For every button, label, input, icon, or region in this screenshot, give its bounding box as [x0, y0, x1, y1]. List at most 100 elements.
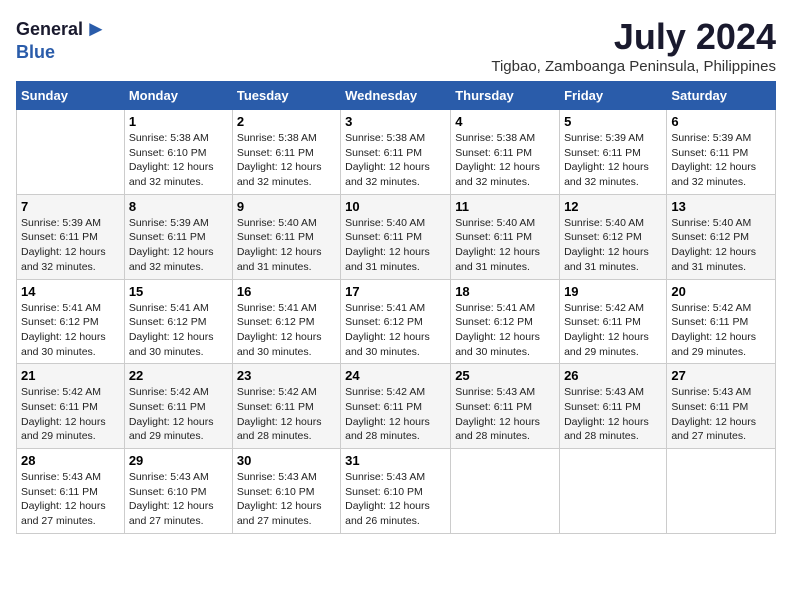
cell-info: Sunrise: 5:40 AMSunset: 6:11 PMDaylight:… — [455, 216, 555, 275]
header-cell-tuesday: Tuesday — [232, 82, 340, 110]
cell-info: Sunrise: 5:38 AMSunset: 6:11 PMDaylight:… — [345, 131, 446, 190]
title-block: July 2024 Tigbao, Zamboanga Peninsula, P… — [491, 16, 776, 75]
cell-info: Sunrise: 5:43 AMSunset: 6:11 PMDaylight:… — [671, 385, 771, 444]
calendar-cell: 20 Sunrise: 5:42 AMSunset: 6:11 PMDayligh… — [667, 279, 776, 364]
day-number: 4 — [455, 114, 555, 129]
cell-info: Sunrise: 5:43 AMSunset: 6:10 PMDaylight:… — [129, 470, 228, 529]
cell-info: Sunrise: 5:39 AMSunset: 6:11 PMDaylight:… — [129, 216, 228, 275]
cell-info: Sunrise: 5:38 AMSunset: 6:11 PMDaylight:… — [237, 131, 336, 190]
day-number: 28 — [21, 453, 120, 468]
calendar-cell: 7 Sunrise: 5:39 AMSunset: 6:11 PMDaylight… — [17, 194, 125, 279]
cell-info: Sunrise: 5:39 AMSunset: 6:11 PMDaylight:… — [564, 131, 662, 190]
day-number: 17 — [345, 284, 446, 299]
main-title: July 2024 — [491, 16, 776, 58]
header-cell-friday: Friday — [560, 82, 667, 110]
cell-info: Sunrise: 5:43 AMSunset: 6:11 PMDaylight:… — [564, 385, 662, 444]
cell-info: Sunrise: 5:38 AMSunset: 6:11 PMDaylight:… — [455, 131, 555, 190]
cell-info: Sunrise: 5:41 AMSunset: 6:12 PMDaylight:… — [237, 301, 336, 360]
calendar-cell: 30 Sunrise: 5:43 AMSunset: 6:10 PMDayligh… — [232, 449, 340, 534]
calendar-cell: 29 Sunrise: 5:43 AMSunset: 6:10 PMDayligh… — [124, 449, 232, 534]
calendar-cell: 12Sunrise: 5:40 AMSunset: 6:12 PMDayligh… — [560, 194, 667, 279]
cell-info: Sunrise: 5:39 AMSunset: 6:11 PMDaylight:… — [21, 216, 120, 275]
calendar-cell: 13Sunrise: 5:40 AMSunset: 6:12 PMDayligh… — [667, 194, 776, 279]
day-number: 18 — [455, 284, 555, 299]
day-number: 26 — [564, 368, 662, 383]
day-number: 29 — [129, 453, 228, 468]
calendar-cell: 27 Sunrise: 5:43 AMSunset: 6:11 PMDayligh… — [667, 364, 776, 449]
day-number: 24 — [345, 368, 446, 383]
calendar-cell: 6 Sunrise: 5:39 AMSunset: 6:11 PMDaylight… — [667, 110, 776, 195]
header-cell-saturday: Saturday — [667, 82, 776, 110]
calendar-cell: 8Sunrise: 5:39 AMSunset: 6:11 PMDaylight… — [124, 194, 232, 279]
cell-info: Sunrise: 5:41 AMSunset: 6:12 PMDaylight:… — [21, 301, 120, 360]
cell-info: Sunrise: 5:43 AMSunset: 6:11 PMDaylight:… — [455, 385, 555, 444]
subtitle: Tigbao, Zamboanga Peninsula, Philippines — [491, 58, 776, 75]
cell-info: Sunrise: 5:43 AMSunset: 6:10 PMDaylight:… — [345, 470, 446, 529]
calendar-cell: 31 Sunrise: 5:43 AMSunset: 6:10 PMDayligh… — [341, 449, 451, 534]
calendar-week-3: 14Sunrise: 5:41 AMSunset: 6:12 PMDayligh… — [17, 279, 776, 364]
cell-info: Sunrise: 5:42 AMSunset: 6:11 PMDaylight:… — [671, 301, 771, 360]
calendar-cell: 16Sunrise: 5:41 AMSunset: 6:12 PMDayligh… — [232, 279, 340, 364]
calendar-cell: 10 Sunrise: 5:40 AMSunset: 6:11 PMDayligh… — [341, 194, 451, 279]
day-number: 25 — [455, 368, 555, 383]
cell-info: Sunrise: 5:42 AMSunset: 6:11 PMDaylight:… — [237, 385, 336, 444]
calendar-week-4: 21 Sunrise: 5:42 AMSunset: 6:11 PMDayligh… — [17, 364, 776, 449]
day-number: 7 — [21, 199, 120, 214]
header: General ► Blue July 2024 Tigbao, Zamboan… — [16, 16, 776, 75]
day-number: 10 — [345, 199, 446, 214]
logo-general: General — [16, 19, 83, 40]
day-number: 20 — [671, 284, 771, 299]
calendar-body: 1 Sunrise: 5:38 AMSunset: 6:10 PMDaylight… — [17, 110, 776, 534]
calendar-cell: 11 Sunrise: 5:40 AMSunset: 6:11 PMDayligh… — [451, 194, 560, 279]
logo-bird-icon: ► — [85, 16, 107, 42]
day-number: 1 — [129, 114, 228, 129]
cell-info: Sunrise: 5:40 AMSunset: 6:12 PMDaylight:… — [671, 216, 771, 275]
calendar-table: SundayMondayTuesdayWednesdayThursdayFrid… — [16, 81, 776, 534]
calendar-cell — [17, 110, 125, 195]
day-number: 9 — [237, 199, 336, 214]
calendar-cell: 3 Sunrise: 5:38 AMSunset: 6:11 PMDaylight… — [341, 110, 451, 195]
calendar-cell: 26 Sunrise: 5:43 AMSunset: 6:11 PMDayligh… — [560, 364, 667, 449]
calendar-cell: 28Sunrise: 5:43 AMSunset: 6:11 PMDayligh… — [17, 449, 125, 534]
calendar-cell: 14Sunrise: 5:41 AMSunset: 6:12 PMDayligh… — [17, 279, 125, 364]
day-number: 19 — [564, 284, 662, 299]
cell-info: Sunrise: 5:40 AMSunset: 6:11 PMDaylight:… — [345, 216, 446, 275]
cell-info: Sunrise: 5:43 AMSunset: 6:10 PMDaylight:… — [237, 470, 336, 529]
cell-info: Sunrise: 5:41 AMSunset: 6:12 PMDaylight:… — [455, 301, 555, 360]
calendar-cell: 15Sunrise: 5:41 AMSunset: 6:12 PMDayligh… — [124, 279, 232, 364]
cell-info: Sunrise: 5:38 AMSunset: 6:10 PMDaylight:… — [129, 131, 228, 190]
day-number: 23 — [237, 368, 336, 383]
cell-info: Sunrise: 5:41 AMSunset: 6:12 PMDaylight:… — [345, 301, 446, 360]
header-cell-monday: Monday — [124, 82, 232, 110]
calendar-week-1: 1 Sunrise: 5:38 AMSunset: 6:10 PMDaylight… — [17, 110, 776, 195]
day-number: 21 — [21, 368, 120, 383]
cell-info: Sunrise: 5:39 AMSunset: 6:11 PMDaylight:… — [671, 131, 771, 190]
day-number: 6 — [671, 114, 771, 129]
cell-info: Sunrise: 5:42 AMSunset: 6:11 PMDaylight:… — [345, 385, 446, 444]
calendar-cell: 19 Sunrise: 5:42 AMSunset: 6:11 PMDayligh… — [560, 279, 667, 364]
day-number: 31 — [345, 453, 446, 468]
logo-blue: Blue — [16, 42, 55, 63]
calendar-cell: 5 Sunrise: 5:39 AMSunset: 6:11 PMDaylight… — [560, 110, 667, 195]
calendar-cell: 4 Sunrise: 5:38 AMSunset: 6:11 PMDaylight… — [451, 110, 560, 195]
cell-info: Sunrise: 5:40 AMSunset: 6:11 PMDaylight:… — [237, 216, 336, 275]
day-number: 12 — [564, 199, 662, 214]
calendar-cell: 21Sunrise: 5:42 AMSunset: 6:11 PMDayligh… — [17, 364, 125, 449]
calendar-cell — [451, 449, 560, 534]
calendar-cell: 2Sunrise: 5:38 AMSunset: 6:11 PMDaylight… — [232, 110, 340, 195]
calendar-cell: 17 Sunrise: 5:41 AMSunset: 6:12 PMDayligh… — [341, 279, 451, 364]
calendar-header-row: SundayMondayTuesdayWednesdayThursdayFrid… — [17, 82, 776, 110]
calendar-cell: 23 Sunrise: 5:42 AMSunset: 6:11 PMDayligh… — [232, 364, 340, 449]
header-cell-sunday: Sunday — [17, 82, 125, 110]
day-number: 5 — [564, 114, 662, 129]
day-number: 3 — [345, 114, 446, 129]
header-cell-thursday: Thursday — [451, 82, 560, 110]
calendar-week-2: 7 Sunrise: 5:39 AMSunset: 6:11 PMDaylight… — [17, 194, 776, 279]
day-number: 30 — [237, 453, 336, 468]
day-number: 15 — [129, 284, 228, 299]
calendar-cell — [560, 449, 667, 534]
calendar-cell: 25 Sunrise: 5:43 AMSunset: 6:11 PMDayligh… — [451, 364, 560, 449]
day-number: 27 — [671, 368, 771, 383]
cell-info: Sunrise: 5:42 AMSunset: 6:11 PMDaylight:… — [564, 301, 662, 360]
day-number: 11 — [455, 199, 555, 214]
